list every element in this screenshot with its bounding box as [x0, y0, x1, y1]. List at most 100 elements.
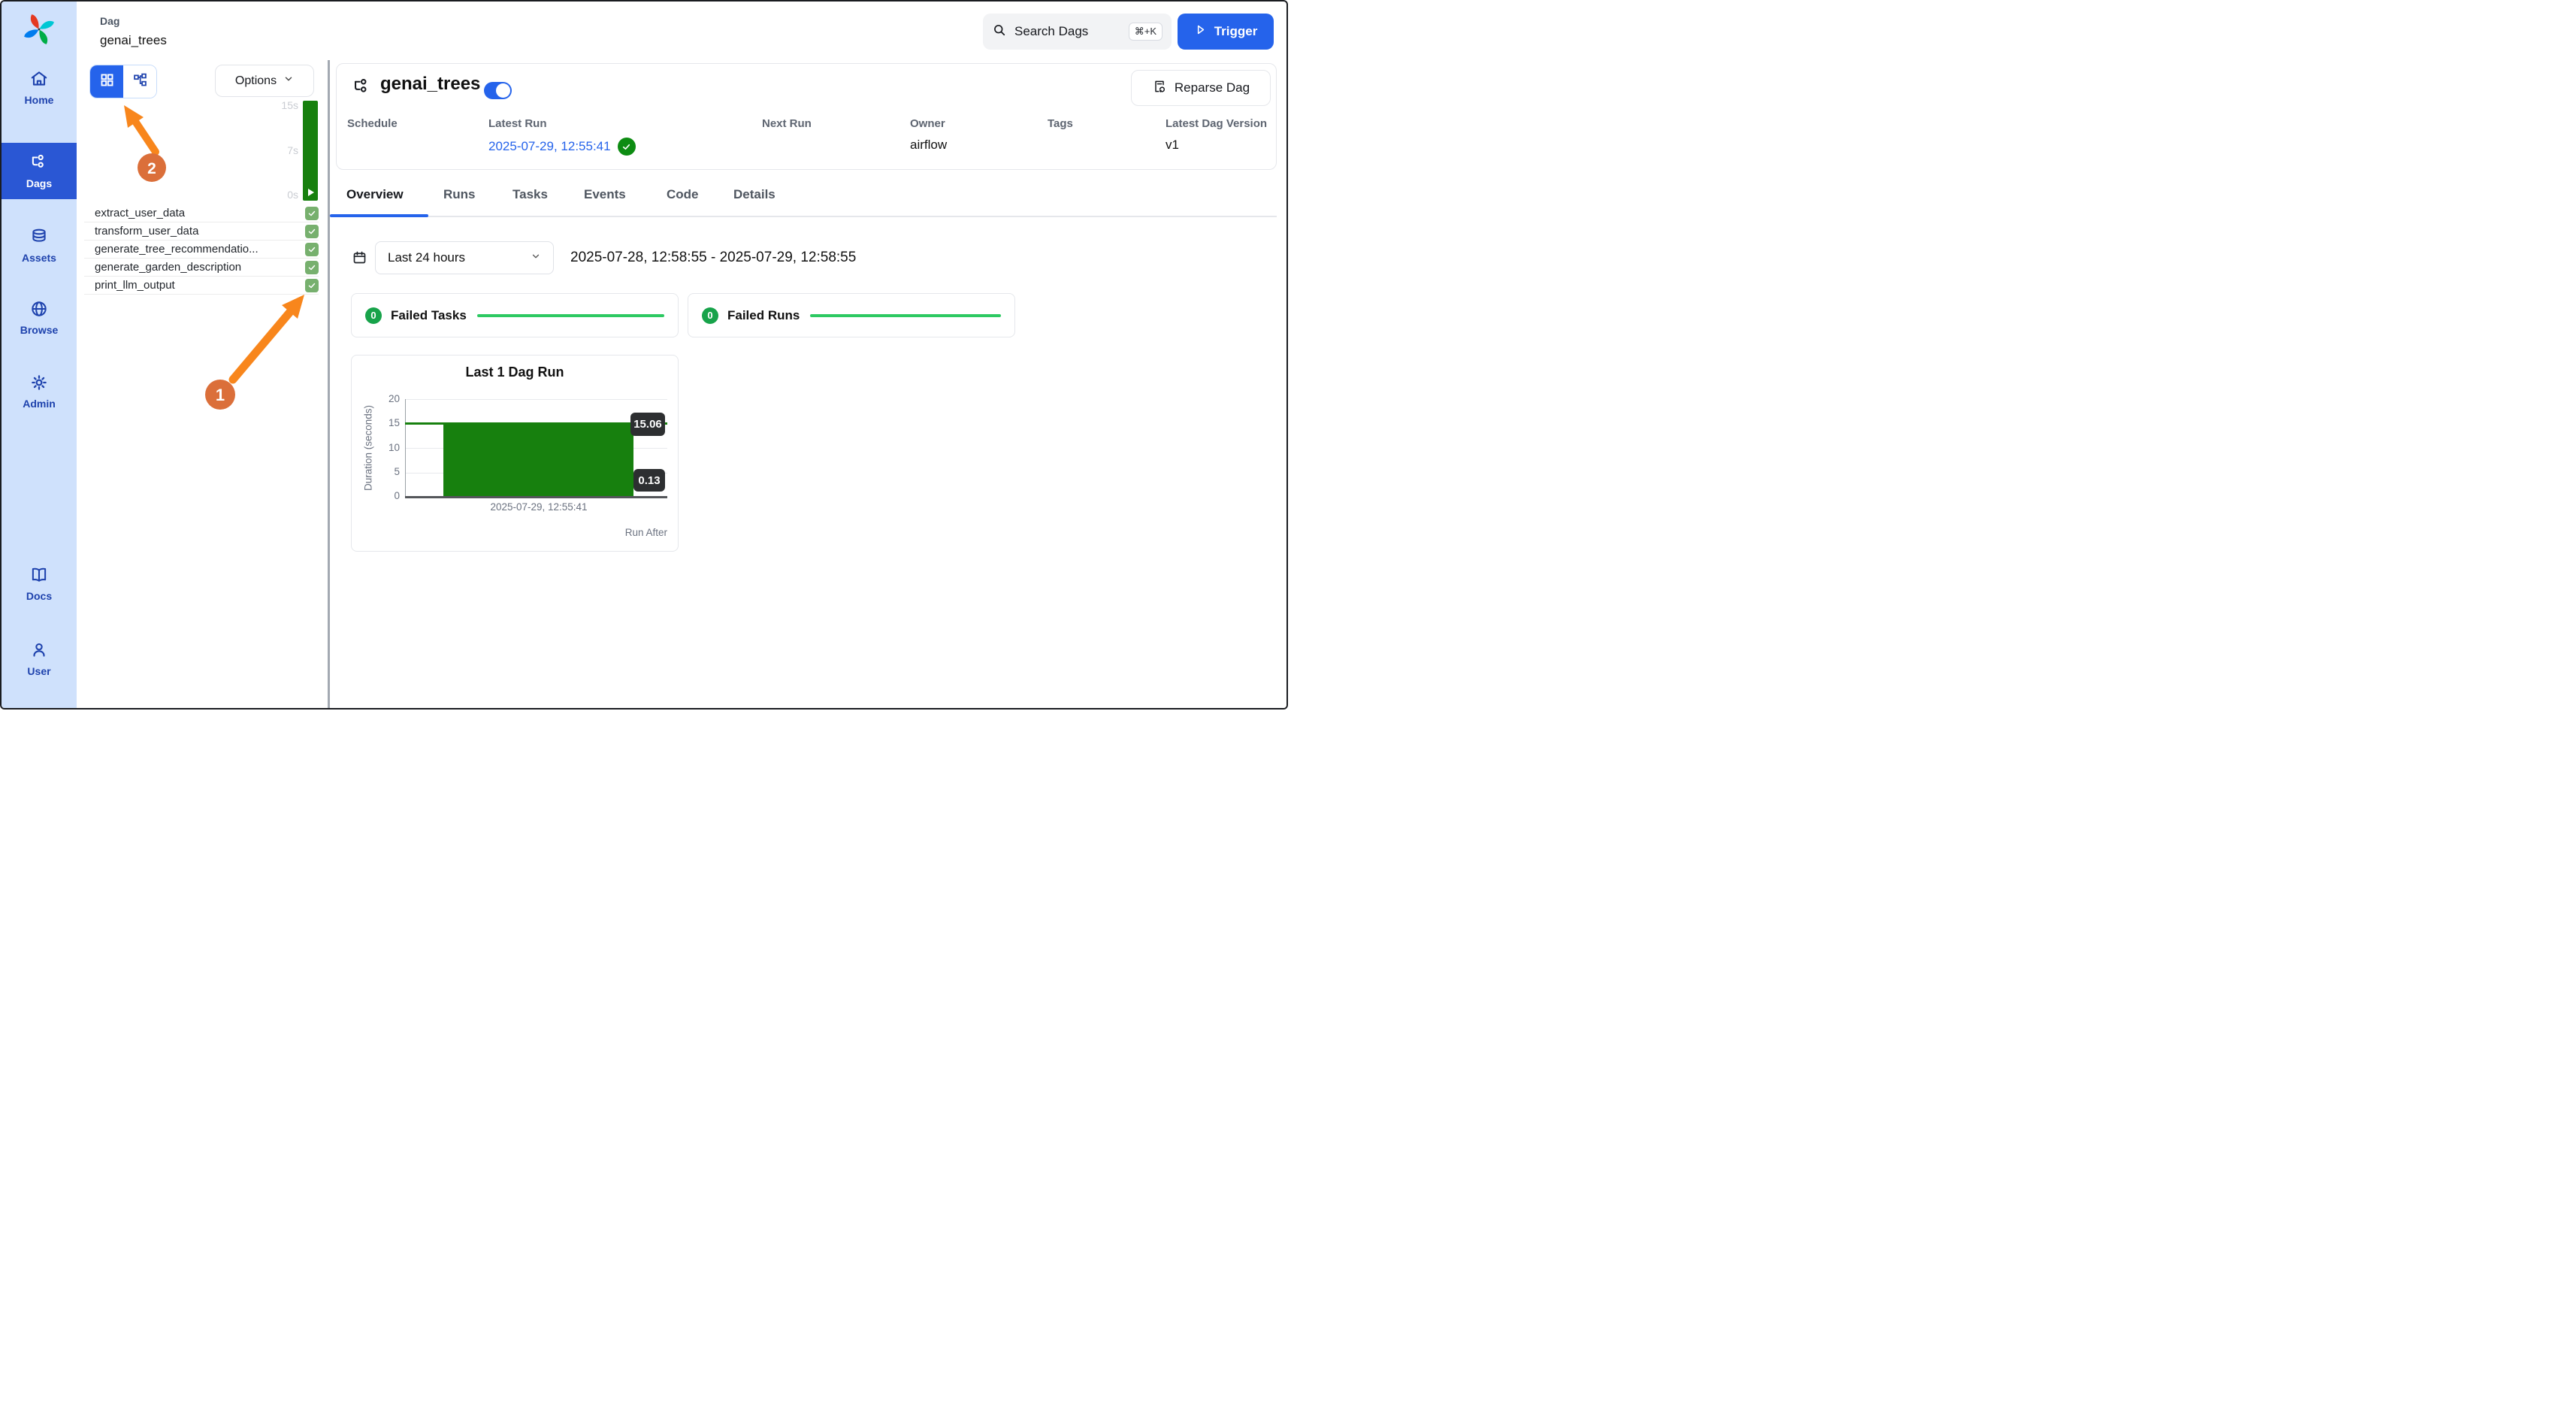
task-row[interactable]: generate_garden_description — [84, 259, 319, 277]
task-success-check-icon[interactable] — [305, 225, 319, 238]
chart-y-axis — [405, 399, 406, 498]
field-label: Latest Run — [488, 117, 636, 130]
task-name: generate_garden_description — [84, 261, 241, 274]
tab-runs[interactable]: Runs — [443, 187, 476, 202]
view-toggle — [89, 65, 157, 98]
chevron-down-icon — [531, 250, 541, 265]
dag-header-card: genai_trees Reparse Dag Schedule Latest … — [336, 63, 1277, 170]
field-label: Tags — [1048, 117, 1073, 130]
globe-icon — [29, 299, 49, 319]
tab-tasks[interactable]: Tasks — [512, 187, 548, 202]
gear-icon — [29, 373, 49, 392]
tab-divider — [330, 216, 1277, 217]
queued-duration-line — [405, 496, 667, 498]
task-row[interactable]: generate_tree_recommendatio... — [84, 241, 319, 259]
success-check-icon — [618, 138, 636, 156]
graph-view-button[interactable] — [123, 65, 156, 98]
calendar-icon — [352, 250, 367, 269]
tab-details[interactable]: Details — [733, 187, 776, 202]
sidebar-item-label: Docs — [26, 590, 52, 602]
sidebar-item-assets[interactable]: Assets — [2, 227, 77, 264]
field-label: Latest Dag Version — [1166, 117, 1267, 130]
dag-branch-icon — [352, 77, 372, 101]
reparse-label: Reparse Dag — [1175, 80, 1250, 95]
run-duration-line — [405, 422, 667, 425]
task-row[interactable]: extract_user_data — [84, 204, 319, 222]
y-tick: 20 — [374, 393, 400, 404]
trigger-label: Trigger — [1214, 24, 1258, 39]
task-success-check-icon[interactable] — [305, 261, 319, 274]
time-range-value: Last 24 hours — [388, 250, 465, 265]
x-tick-run-timestamp: 2025-07-29, 12:55:41 — [449, 501, 629, 513]
toggle-knob — [496, 83, 510, 98]
last-dag-run-chart-card: Last 1 Dag Run Duration (seconds) 20 15 … — [351, 355, 679, 552]
latest-run-timestamp: 2025-07-29, 12:55:41 — [488, 139, 611, 154]
sidebar-item-admin[interactable]: Admin — [2, 373, 77, 410]
run-duration-bar[interactable] — [443, 423, 633, 497]
reparse-dag-button[interactable]: Reparse Dag — [1131, 70, 1271, 106]
gridline — [405, 399, 667, 400]
sidebar-item-label: Assets — [22, 252, 56, 264]
dag-enabled-toggle[interactable] — [484, 82, 512, 99]
options-dropdown[interactable]: Options — [215, 65, 314, 97]
failed-runs-card: 0 Failed Runs — [688, 293, 1015, 337]
airflow-logo[interactable] — [2, 11, 77, 48]
sidebar-item-label: Dags — [26, 177, 52, 189]
failed-tasks-card: 0 Failed Tasks — [351, 293, 679, 337]
field-schedule: Schedule — [347, 117, 398, 138]
task-name: extract_user_data — [84, 207, 185, 219]
sidebar-item-browse[interactable]: Browse — [2, 299, 77, 336]
field-latest-dag-version: Latest Dag Version v1 — [1166, 117, 1267, 153]
task-name: print_llm_output — [84, 279, 175, 292]
task-success-check-icon[interactable] — [305, 207, 319, 220]
failed-runs-sparkline — [810, 314, 1001, 317]
dag-detail-panel: genai_trees Reparse Dag Schedule Latest … — [330, 60, 1288, 710]
task-row[interactable]: print_llm_output — [84, 277, 319, 295]
chevron-down-icon — [283, 74, 294, 88]
y-tick: 15 — [374, 417, 400, 428]
search-dags-input[interactable]: Search Dags ⌘+K — [983, 14, 1172, 50]
home-icon — [29, 69, 49, 89]
sidebar-item-home[interactable]: Home — [2, 69, 77, 106]
run-duration-value-badge: 15.06 — [630, 413, 665, 436]
tab-code[interactable]: Code — [667, 187, 699, 202]
gantt-tick-7s: 7s — [267, 144, 298, 156]
run-play-icon — [308, 189, 314, 196]
failed-tasks-sparkline — [477, 314, 664, 317]
y-tick: 5 — [374, 466, 400, 477]
search-icon — [992, 23, 1007, 41]
graph-icon — [132, 72, 148, 92]
sidebar-item-user[interactable]: User — [2, 640, 77, 677]
field-tags: Tags — [1048, 117, 1073, 138]
search-placeholder: Search Dags — [1014, 24, 1088, 39]
field-next-run: Next Run — [762, 117, 812, 138]
y-tick: 0 — [374, 490, 400, 501]
grid-icon — [99, 72, 115, 92]
tab-overview[interactable]: Overview — [346, 187, 404, 202]
sidebar-item-docs[interactable]: Docs — [2, 565, 77, 602]
task-success-check-icon[interactable] — [305, 243, 319, 256]
latest-run-link[interactable]: 2025-07-29, 12:55:41 — [488, 138, 636, 156]
dag-grid-panel: Options 15s 7s 0s extract_user_data tran… — [77, 60, 328, 710]
user-icon — [29, 640, 49, 660]
page-title: genai_trees — [100, 33, 167, 48]
gantt-tick-15s: 15s — [267, 99, 298, 111]
sidebar-item-dags[interactable]: Dags — [2, 143, 77, 199]
field-owner: Owner airflow — [910, 117, 947, 153]
task-success-check-icon[interactable] — [305, 279, 319, 292]
failed-tasks-label: Failed Tasks — [391, 308, 467, 323]
trigger-button[interactable]: Trigger — [1178, 14, 1274, 50]
field-label: Schedule — [347, 117, 398, 130]
grid-view-button[interactable] — [90, 65, 123, 98]
dag-run-duration-bar[interactable] — [303, 101, 318, 201]
airflow-app-window: Home Dags Assets Browse Admin Docs User … — [0, 0, 1288, 710]
chart-x-axis-title: Run After — [625, 527, 667, 538]
failed-tasks-count-badge: 0 — [365, 307, 382, 324]
tab-events[interactable]: Events — [584, 187, 626, 202]
search-shortcut-badge: ⌘+K — [1129, 23, 1163, 41]
time-range-select[interactable]: Last 24 hours — [375, 241, 554, 274]
airflow-pinwheel-icon — [20, 11, 58, 48]
field-value: airflow — [910, 138, 947, 153]
task-row[interactable]: transform_user_data — [84, 222, 319, 241]
sidebar-item-label: Home — [25, 94, 54, 106]
